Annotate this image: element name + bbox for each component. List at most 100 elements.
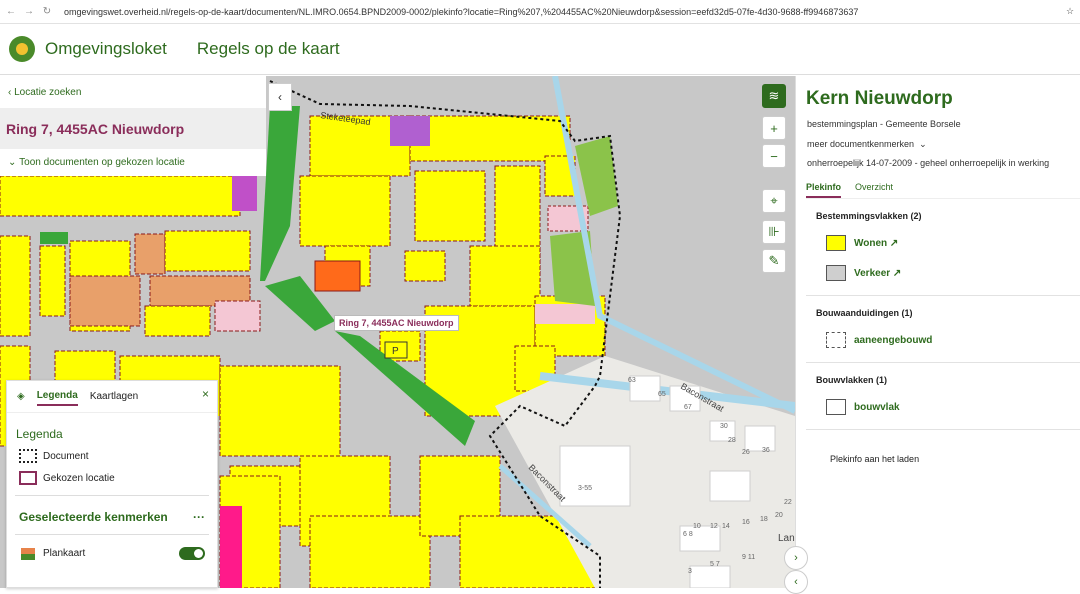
svg-text:18: 18 xyxy=(760,516,768,523)
zoom-in-button[interactable]: + xyxy=(762,116,786,140)
list-item-aaneengebouwd[interactable]: aaneengebouwd xyxy=(826,332,1080,348)
bouwvlak-swatch xyxy=(826,399,846,415)
document-boundary-icon xyxy=(19,449,37,463)
selected-features-header: Geselecteerde kenmerken ··· xyxy=(19,510,205,524)
more-document-properties-toggle[interactable]: meer documentkenmerken ⌄ xyxy=(807,139,1080,150)
divider xyxy=(806,295,1080,296)
svg-text:10: 10 xyxy=(693,523,701,530)
list-item-wonen[interactable]: Wonen ↗ xyxy=(826,235,1080,251)
plan-info-panel: Kern Nieuwdorp bestemmingsplan - Gemeent… xyxy=(784,76,1080,594)
divider xyxy=(806,429,1080,430)
location-marker-label: Ring 7, 4455AC Nieuwdorp xyxy=(334,315,459,331)
svg-text:14: 14 xyxy=(722,523,730,530)
svg-text:67: 67 xyxy=(684,404,692,411)
svg-text:5 7: 5 7 xyxy=(710,561,720,568)
expand-panel-button[interactable]: › xyxy=(784,546,808,570)
locate-icon[interactable]: ⌖ xyxy=(762,189,786,213)
svg-text:3: 3 xyxy=(688,568,692,575)
selected-address: Ring 7, 4455AC Nieuwdorp xyxy=(0,109,266,149)
section-bestemmingsvlakken: Bestemmingsvlakken (2) xyxy=(816,211,922,221)
tab-plekinfo[interactable]: Plekinfo xyxy=(806,182,842,198)
divider xyxy=(806,362,1080,363)
chevron-down-icon: ⌄ xyxy=(8,157,20,168)
legend-item: Document xyxy=(19,449,217,463)
divider xyxy=(15,534,209,535)
svg-text:6 8: 6 8 xyxy=(683,531,693,538)
svg-text:36: 36 xyxy=(762,447,770,454)
browser-address-bar: ← → ↻ omgevingswet.overheid.nl/regels-op… xyxy=(0,0,1080,24)
plan-status: onherroepelijk 14-07-2009 - geheel onher… xyxy=(807,158,1050,168)
selected-features-title: Geselecteerde kenmerken xyxy=(19,510,168,524)
item-label: aaneengebouwd xyxy=(854,334,933,346)
legend-item: Gekozen locatie xyxy=(19,471,217,485)
external-link-icon: ↗ xyxy=(890,267,902,279)
svg-text:20: 20 xyxy=(775,512,783,519)
divider xyxy=(15,495,209,496)
legend-item-label: Document xyxy=(43,450,89,462)
reload-icon[interactable]: ↻ xyxy=(40,6,54,17)
more-properties-label: meer documentkenmerken xyxy=(807,139,915,149)
app-header: Omgevingsloket Regels op de kaart xyxy=(0,24,1080,75)
selected-location-icon xyxy=(19,471,37,485)
plan-subtitle: bestemmingsplan - Gemeente Borsele xyxy=(807,119,961,129)
app-title: Regels op de kaart xyxy=(196,39,340,58)
plankaart-label: Plankaart xyxy=(43,548,86,559)
tab-kaartlagen[interactable]: Kaartlagen xyxy=(90,388,138,405)
plankaart-toggle[interactable] xyxy=(179,547,205,560)
omgevingsloket-logo-icon[interactable] xyxy=(9,36,35,62)
layers-icon[interactable]: ≋ xyxy=(762,84,786,108)
section-bouwvlakken: Bouwvlakken (1) xyxy=(816,375,888,385)
svg-text:12: 12 xyxy=(710,523,718,530)
svg-text:28: 28 xyxy=(728,437,736,444)
plankaart-icon xyxy=(21,547,35,560)
tab-overzicht[interactable]: Overzicht xyxy=(855,182,893,198)
panel-tabs: Plekinfo Overzicht xyxy=(806,182,1080,199)
draw-icon[interactable]: ✎ xyxy=(762,249,786,273)
brand-name[interactable]: Omgevingsloket xyxy=(45,39,167,59)
collapse-panel-button-right[interactable]: ‹ xyxy=(784,570,808,594)
legend-title: Legenda xyxy=(16,427,63,441)
external-link-icon: ↗ xyxy=(887,237,899,249)
location-panel: ‹ Locatie zoeken Ring 7, 4455AC Nieuwdor… xyxy=(0,76,266,176)
plankaart-row: Plankaart xyxy=(21,547,205,560)
legend-item-label: Gekozen locatie xyxy=(43,472,115,484)
legend-panel: ◈ Legenda Kaartlagen × Legenda Document … xyxy=(6,380,218,588)
collapse-panel-button[interactable]: ‹ xyxy=(268,83,292,111)
forward-arrow-icon[interactable]: → xyxy=(22,6,36,17)
measure-icon[interactable]: ⊪ xyxy=(762,220,786,244)
svg-text:P: P xyxy=(392,346,399,357)
plan-title: Kern Nieuwdorp xyxy=(806,88,953,109)
zoom-out-button[interactable]: − xyxy=(762,144,786,168)
show-documents-toggle[interactable]: ⌄ Toon documenten op gekozen locatie xyxy=(0,149,266,176)
loading-status: Plekinfo aan het laden xyxy=(830,454,920,464)
back-label: Locatie zoeken xyxy=(14,86,82,98)
bookmark-star-icon[interactable]: ☆ xyxy=(1060,6,1080,17)
tab-legenda[interactable]: Legenda xyxy=(36,387,78,406)
svg-text:3-55: 3-55 xyxy=(578,485,592,492)
svg-text:30: 30 xyxy=(720,423,728,430)
svg-text:Lan: Lan xyxy=(778,533,795,544)
list-item-verkeer[interactable]: Verkeer ↗ xyxy=(826,265,1080,281)
verkeer-color-swatch xyxy=(826,265,846,281)
close-icon[interactable]: × xyxy=(202,387,209,401)
url-field[interactable]: omgevingswet.overheid.nl/regels-op-de-ka… xyxy=(64,7,1060,17)
legend-tabs: ◈ Legenda Kaartlagen × xyxy=(7,381,217,413)
section-bouwaanduidingen: Bouwaanduidingen (1) xyxy=(816,308,913,318)
item-label: Wonen xyxy=(854,237,888,249)
chevron-down-icon: ⌄ xyxy=(916,139,927,149)
back-to-search-link[interactable]: ‹ Locatie zoeken xyxy=(0,76,266,109)
wonen-color-swatch xyxy=(826,235,846,251)
layers-icon: ◈ xyxy=(17,391,25,402)
aaneengebouwd-swatch xyxy=(826,332,846,348)
svg-text:65: 65 xyxy=(658,391,666,398)
more-options-icon[interactable]: ··· xyxy=(193,510,205,524)
back-arrow-icon[interactable]: ← xyxy=(4,6,18,17)
svg-text:63: 63 xyxy=(628,377,636,384)
list-item-bouwvlak[interactable]: bouwvlak xyxy=(826,399,1080,415)
svg-text:26: 26 xyxy=(742,449,750,456)
svg-text:16: 16 xyxy=(742,519,750,526)
item-label: Verkeer xyxy=(854,267,891,279)
svg-text:9 11: 9 11 xyxy=(742,554,755,561)
svg-text:22: 22 xyxy=(784,499,792,506)
item-label: bouwvlak xyxy=(854,401,900,413)
